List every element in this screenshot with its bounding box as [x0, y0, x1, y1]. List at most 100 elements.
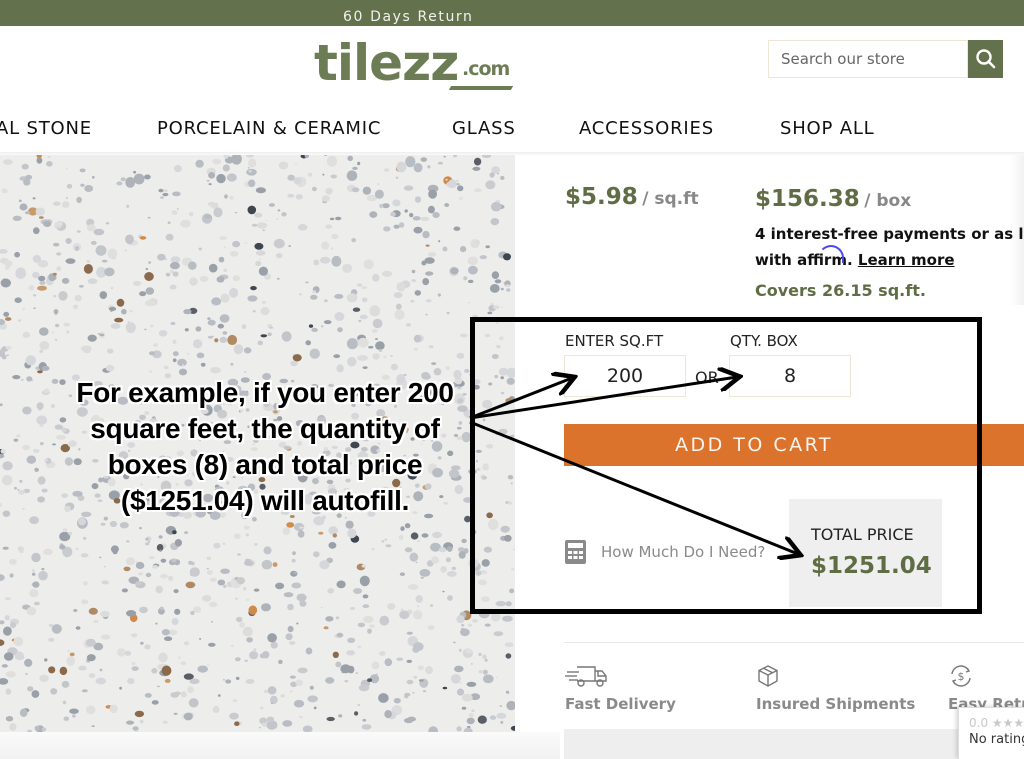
terrazzo-chip — [39, 425, 44, 427]
terrazzo-chip — [160, 558, 167, 563]
terrazzo-chip — [222, 331, 228, 335]
terrazzo-chip — [431, 556, 440, 564]
rating-widget[interactable]: 0.0 ★★★★★ No rating — [958, 707, 1024, 759]
terrazzo-chip — [22, 406, 32, 415]
qty-box-input[interactable] — [729, 355, 851, 397]
nav-item-shop-all[interactable]: SHOP ALL — [780, 118, 874, 139]
terrazzo-chip — [41, 365, 50, 371]
terrazzo-chip — [500, 525, 510, 533]
terrazzo-chip — [379, 615, 390, 626]
terrazzo-chip — [282, 720, 293, 727]
terrazzo-chip — [155, 585, 163, 594]
terrazzo-chip — [1, 664, 8, 668]
terrazzo-chip — [374, 338, 379, 340]
terrazzo-chip — [32, 448, 40, 453]
terrazzo-chip — [187, 352, 190, 355]
terrazzo-chip — [445, 366, 451, 370]
terrazzo-chip — [453, 226, 461, 231]
terrazzo-chip — [362, 594, 369, 599]
terrazzo-chip — [328, 526, 339, 535]
terrazzo-chip — [427, 165, 431, 169]
terrazzo-chip — [491, 354, 499, 359]
terrazzo-chip — [486, 444, 494, 449]
terrazzo-chip — [14, 251, 20, 258]
terrazzo-chip — [158, 188, 164, 193]
terrazzo-chip — [44, 658, 48, 662]
terrazzo-chip — [425, 666, 433, 675]
sqft-input[interactable] — [564, 355, 686, 397]
terrazzo-chip — [56, 252, 62, 256]
terrazzo-chip — [1, 188, 8, 194]
features-divider — [564, 642, 1024, 643]
terrazzo-chip — [79, 285, 84, 288]
search-button[interactable] — [968, 40, 1003, 78]
price-per-box: $156.38 / box — [755, 186, 911, 212]
terrazzo-chip — [199, 638, 202, 640]
terrazzo-chip — [494, 279, 502, 284]
terrazzo-chip — [41, 727, 47, 732]
learn-more-link[interactable]: Learn more — [858, 251, 955, 269]
terrazzo-chip — [110, 323, 121, 329]
terrazzo-chip — [291, 582, 302, 589]
search-input[interactable] — [769, 41, 967, 77]
terrazzo-chip — [85, 705, 96, 715]
terrazzo-chip — [432, 212, 440, 218]
terrazzo-chip — [254, 212, 263, 218]
terrazzo-chip — [19, 203, 28, 211]
terrazzo-chip — [161, 665, 172, 676]
terrazzo-chip — [37, 285, 47, 291]
terrazzo-chip — [223, 268, 228, 272]
nav-item-glass[interactable]: GLASS — [452, 118, 516, 139]
add-to-cart-button[interactable]: ADD TO CART — [564, 424, 1024, 466]
terrazzo-chip — [144, 174, 151, 180]
terrazzo-chip — [65, 196, 68, 200]
terrazzo-chip — [456, 352, 465, 359]
terrazzo-chip — [222, 164, 230, 172]
affirm-with: with — [755, 251, 798, 269]
terrazzo-chip — [405, 156, 416, 168]
search-box — [768, 40, 968, 78]
terrazzo-chip — [481, 596, 490, 602]
terrazzo-chip — [493, 631, 504, 637]
terrazzo-chip — [265, 219, 268, 222]
terrazzo-chip — [464, 368, 470, 373]
terrazzo-chip — [440, 566, 447, 573]
terrazzo-chip — [25, 355, 37, 366]
how-much-link[interactable]: How Much Do I Need? — [565, 540, 765, 564]
terrazzo-chip — [268, 203, 275, 207]
terrazzo-chip — [455, 179, 459, 182]
terrazzo-chip — [478, 579, 487, 586]
terrazzo-chip — [427, 625, 435, 630]
terrazzo-chip — [230, 250, 239, 257]
terrazzo-chip — [196, 352, 205, 359]
terrazzo-chip — [126, 720, 135, 725]
terrazzo-chip — [81, 689, 88, 693]
nav-item-natural-stone[interactable]: AL STONE — [0, 118, 92, 139]
terrazzo-chip — [206, 568, 209, 570]
terrazzo-chip — [425, 313, 428, 316]
terrazzo-chip — [99, 556, 102, 559]
terrazzo-chip — [106, 348, 114, 354]
terrazzo-chip — [260, 334, 268, 338]
nav-item-porcelain-ceramic[interactable]: PORCELAIN & CERAMIC — [157, 118, 381, 139]
terrazzo-chip — [114, 317, 124, 323]
nav-item-accessories[interactable]: ACCESSORIES — [579, 118, 714, 139]
terrazzo-chip — [411, 269, 416, 274]
terrazzo-chip — [270, 702, 274, 705]
terrazzo-chip — [460, 628, 470, 637]
terrazzo-chip — [125, 234, 134, 245]
total-price-box: TOTAL PRICE $1251.04 — [789, 499, 942, 607]
terrazzo-chip — [125, 322, 136, 334]
terrazzo-chip — [347, 528, 357, 539]
terrazzo-chip — [36, 157, 43, 164]
terrazzo-chip — [405, 323, 412, 327]
site-logo[interactable]: tilezz .com — [314, 34, 524, 96]
terrazzo-chip — [189, 277, 198, 286]
terrazzo-chip — [417, 665, 424, 671]
feature-easy-returns: $ Easy Returns — [948, 664, 1024, 713]
terrazzo-chip — [352, 307, 361, 312]
terrazzo-chip — [165, 233, 174, 241]
terrazzo-chip — [3, 626, 12, 636]
terrazzo-chip — [207, 335, 213, 339]
terrazzo-chip — [459, 197, 463, 200]
